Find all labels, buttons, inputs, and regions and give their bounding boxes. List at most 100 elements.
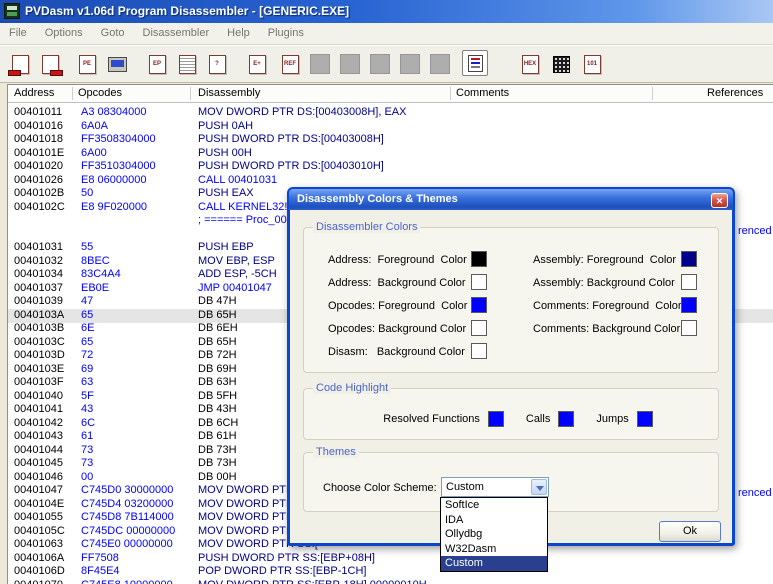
disassembly-cell: PUSH DWORD PTR DS:[00403008H]	[198, 133, 384, 146]
opcodes-101-icon[interactable]: 101	[580, 52, 604, 76]
column-header-references[interactable]: References	[707, 87, 763, 99]
highlight-color-swatch[interactable]	[558, 411, 574, 427]
color-swatch[interactable]	[471, 343, 487, 359]
open-file-icon[interactable]	[8, 52, 32, 76]
color-swatch[interactable]	[471, 274, 487, 290]
scheme-option-custom[interactable]: Custom	[441, 556, 547, 571]
grid-glyph	[553, 56, 570, 73]
opcodes-cell: 65	[81, 336, 93, 349]
disassembly-cell: DB 63H	[198, 376, 237, 389]
column-header-opcodes[interactable]: Opcodes	[78, 87, 122, 99]
column-header-address[interactable]: Address	[14, 87, 54, 99]
disasm-row[interactable]: 0040106AFF7508PUSH DWORD PTR SS:[EBP+08H…	[8, 552, 773, 566]
disasm-row[interactable]: 00401018FF3508304000PUSH DWORD PTR DS:[0…	[8, 133, 773, 147]
menu-item-options[interactable]: Options	[36, 23, 92, 44]
ok-button[interactable]: Ok	[659, 521, 721, 542]
references-icon[interactable]: REF	[278, 52, 302, 76]
entry-point-icon[interactable]: EP	[145, 52, 169, 76]
scheme-option-w32dasm[interactable]: W32Dasm	[441, 542, 547, 557]
highlight-color-swatch[interactable]	[488, 411, 504, 427]
opcodes-cell: 73	[81, 457, 93, 470]
color-swatch[interactable]	[471, 251, 487, 267]
disassembly-cell: PUSH EBP	[198, 241, 254, 254]
color-swatch[interactable]	[471, 320, 487, 336]
address-cell: 0040103E	[14, 363, 64, 376]
listing-header: Address Opcodes Disassembly Comments Referen…	[8, 85, 773, 103]
opcodes-cell: FF7508	[81, 552, 119, 565]
hex-view-icon[interactable]: HEX	[518, 52, 542, 76]
opcodes-cell: 55	[81, 241, 93, 254]
column-header-comments[interactable]: Comments	[456, 87, 509, 99]
doc-glyph	[42, 55, 59, 74]
colors-themes-icon[interactable]	[462, 50, 488, 76]
opcodes-cell: C745D0 30000000	[81, 484, 173, 497]
disasm-row[interactable]: 00401011A3 08304000MOV DWORD PTR DS:[004…	[8, 106, 773, 120]
disassembly-cell: DB 47H	[198, 295, 237, 308]
disasm-row[interactable]: 0040106D8F45E4POP DWORD PTR SS:[EBP-1CH]	[8, 565, 773, 579]
color-scheme-combobox[interactable]: Custom	[441, 477, 549, 497]
opcodes-cell: C745E0 00000000	[81, 538, 173, 551]
address-cell: 00401040	[14, 390, 63, 403]
opcodes-cell: 6A0A	[81, 120, 108, 133]
color-swatch[interactable]	[681, 320, 697, 336]
highlight-color-swatch[interactable]	[637, 411, 653, 427]
color-swatch[interactable]	[681, 297, 697, 313]
close-icon[interactable]: ✕	[711, 193, 728, 208]
address-cell: 0040106D	[14, 565, 65, 578]
search-unknown-icon[interactable]: ?	[205, 52, 229, 76]
menu-item-goto[interactable]: Goto	[92, 23, 134, 44]
doc-glyph	[179, 55, 196, 74]
column-header-disassembly[interactable]: Disassembly	[198, 87, 260, 99]
column-separator	[450, 87, 451, 100]
window-title: PVDasm v1.06d Program Disassembler - [GE…	[25, 0, 349, 23]
scheme-option-ida[interactable]: IDA	[441, 513, 547, 528]
menu-item-help[interactable]: Help	[218, 23, 259, 44]
color-row-label: Comments: Foreground Color	[533, 300, 682, 312]
address-cell: 0040103F	[14, 376, 64, 389]
scheme-option-softice[interactable]: SoftIce	[441, 498, 547, 513]
menu-item-disassembler[interactable]: Disassembler	[134, 23, 219, 44]
doc-glyph: ?	[209, 55, 226, 74]
disasm-row[interactable]: 0040101E6A00PUSH 00H	[8, 147, 773, 161]
opcodes-cell: C745D4 03200000	[81, 498, 173, 511]
address-cell: 00401011	[14, 106, 62, 119]
address-cell: 0040103B	[14, 322, 64, 335]
opcodes-cell: 6E	[81, 322, 94, 335]
debug-window-icon[interactable]	[105, 52, 129, 76]
string-data-icon[interactable]	[549, 52, 573, 76]
app-icon	[4, 3, 20, 19]
disasm-row[interactable]: 00401020FF3510304000PUSH DWORD PTR DS:[0…	[8, 160, 773, 174]
disasm-row[interactable]: 00401070C745E8 10000000MOV DWORD PTR SS:…	[8, 579, 773, 584]
add-comment-icon[interactable]: E+	[245, 52, 269, 76]
disassembly-cell: DB 6CH	[198, 417, 238, 430]
disassembly-cell: DB 65H	[198, 336, 237, 349]
scheme-option-ollydbg[interactable]: Ollydbg	[441, 527, 547, 542]
color-swatch[interactable]	[471, 297, 487, 313]
disabled-button-5	[430, 54, 450, 74]
disassembly-cell: DB 65H	[198, 309, 237, 322]
address-cell: 00401020	[14, 160, 63, 173]
pe-header-icon[interactable]: PE	[75, 52, 99, 76]
disasm-row[interactable]: 00401026E8 06000000CALL 00401031	[8, 174, 773, 188]
disassembly-cell: DB 73H	[198, 457, 237, 470]
menu-item-file[interactable]: File	[0, 23, 36, 44]
address-cell: 00401026	[14, 174, 63, 187]
disabled-button-4	[400, 54, 420, 74]
color-row-label: Comments: Background Color	[533, 323, 680, 335]
menu-item-plugins[interactable]: Plugins	[259, 23, 313, 44]
disassembly-cell: ADD ESP, -5CH	[198, 268, 277, 281]
close-file-icon[interactable]	[38, 52, 62, 76]
disassemble-list-icon[interactable]	[175, 52, 199, 76]
code-highlight-row: Resolved FunctionsCallsJumps	[304, 411, 718, 427]
disassembly-cell: DB 00H	[198, 471, 237, 484]
color-swatch[interactable]	[681, 251, 697, 267]
chevron-down-icon[interactable]	[531, 479, 547, 495]
opcodes-cell: A3 08304000	[81, 106, 146, 119]
color-swatch[interactable]	[681, 274, 697, 290]
disassembly-cell: DB 72H	[198, 349, 237, 362]
colors-themes-dialog: Disassembly Colors & Themes ✕ Disassembl…	[287, 187, 735, 546]
opcodes-cell: 6C	[81, 417, 95, 430]
disasm-row[interactable]: 004010166A0APUSH 0AH	[8, 120, 773, 134]
dialog-body: Disassembler Colors Address: Foreground …	[290, 211, 732, 543]
choose-scheme-label: Choose Color Scheme:	[323, 482, 437, 494]
